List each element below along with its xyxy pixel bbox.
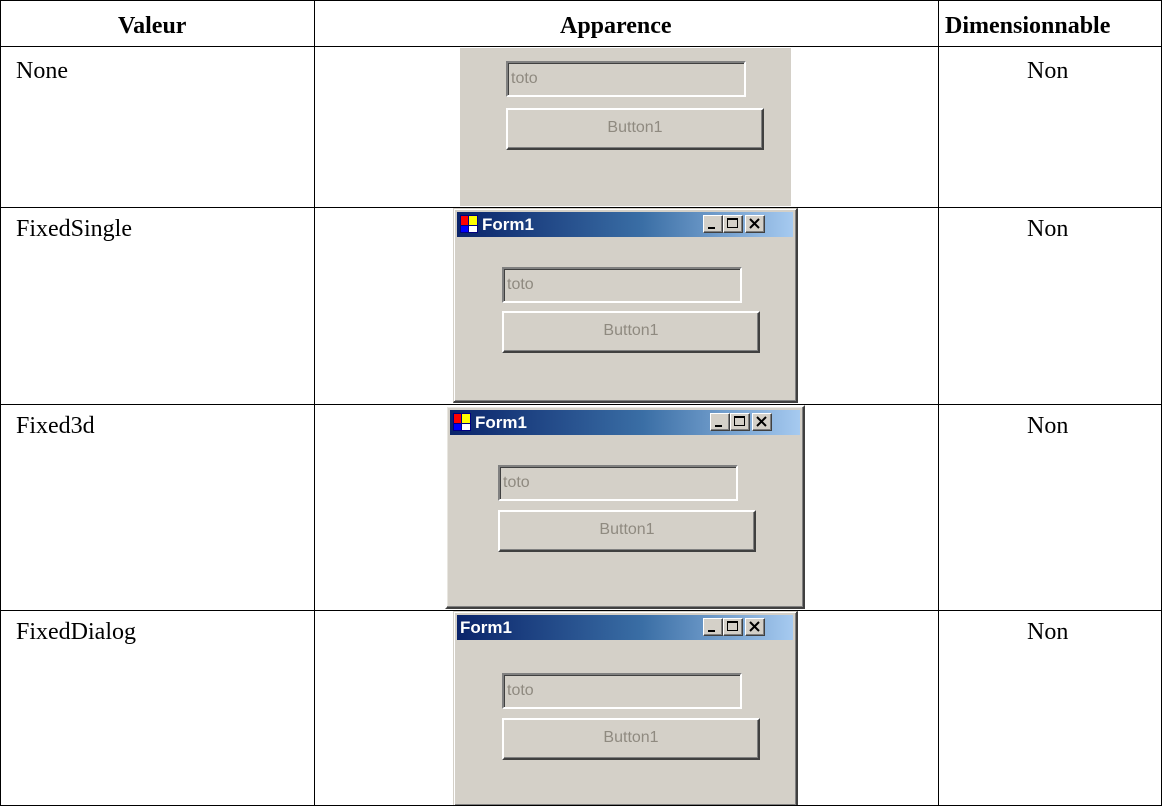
row-resizable: Non [1027, 619, 1069, 645]
button1[interactable]: Button1 [502, 311, 760, 353]
table-col-divider [314, 0, 315, 806]
form-preview-fixeddialog: Form1 toto Button1 [453, 611, 798, 805]
close-icon [749, 621, 760, 632]
minimize-button[interactable] [710, 413, 730, 431]
textbox[interactable]: toto [502, 673, 742, 709]
form-preview-fixed3d: Form1 toto Button1 [445, 405, 805, 609]
borderstyle-table: Valeur Apparence Dimensionnable None Non… [0, 0, 1162, 806]
app-icon [460, 215, 478, 233]
textbox[interactable]: toto [498, 465, 738, 501]
table-col-divider [938, 0, 939, 806]
button1[interactable]: Button1 [498, 510, 756, 552]
button1[interactable]: Button1 [502, 718, 760, 760]
close-button[interactable] [752, 413, 772, 431]
maximize-button[interactable] [723, 618, 743, 636]
titlebar[interactable]: Form1 [450, 410, 800, 435]
button1[interactable]: Button1 [506, 108, 764, 150]
minimize-button[interactable] [703, 215, 723, 233]
close-button[interactable] [745, 618, 765, 636]
close-button[interactable] [745, 215, 765, 233]
row-resizable: Non [1027, 413, 1069, 439]
minimize-icon [715, 425, 722, 427]
column-header-valeur: Valeur [118, 13, 187, 39]
row-resizable: Non [1027, 216, 1069, 242]
row-value-none: None [16, 58, 68, 84]
minimize-icon [708, 227, 715, 229]
maximize-button[interactable] [730, 413, 750, 431]
window-title: Form1 [460, 618, 512, 637]
table-border-top [0, 0, 1162, 1]
minimize-button[interactable] [703, 618, 723, 636]
maximize-icon [727, 621, 738, 631]
close-icon [749, 218, 760, 229]
textbox[interactable]: toto [506, 61, 746, 97]
maximize-icon [727, 218, 738, 228]
close-icon [756, 416, 767, 427]
window-title: Form1 [475, 413, 527, 432]
textbox[interactable]: toto [502, 267, 742, 303]
form-preview-fixedsingle: Form1 toto Button1 [453, 208, 798, 403]
table-border-left [0, 0, 1, 806]
row-value-fixedsingle: FixedSingle [16, 216, 133, 242]
maximize-icon [734, 416, 745, 426]
row-value-fixeddialog: FixedDialog [16, 619, 136, 645]
titlebar[interactable]: Form1 [457, 615, 793, 640]
titlebar[interactable]: Form1 [457, 212, 793, 237]
form-preview-none: toto Button1 [460, 48, 791, 206]
row-resizable: Non [1027, 58, 1069, 84]
column-header-apparence: Apparence [560, 13, 672, 39]
minimize-icon [708, 630, 715, 632]
window-title: Form1 [482, 215, 534, 234]
app-icon [453, 413, 471, 431]
row-value-fixed3d: Fixed3d [16, 413, 95, 439]
table-header-divider [0, 46, 1162, 47]
maximize-button[interactable] [723, 215, 743, 233]
column-header-dimensionnable: Dimensionnable [945, 13, 1111, 39]
